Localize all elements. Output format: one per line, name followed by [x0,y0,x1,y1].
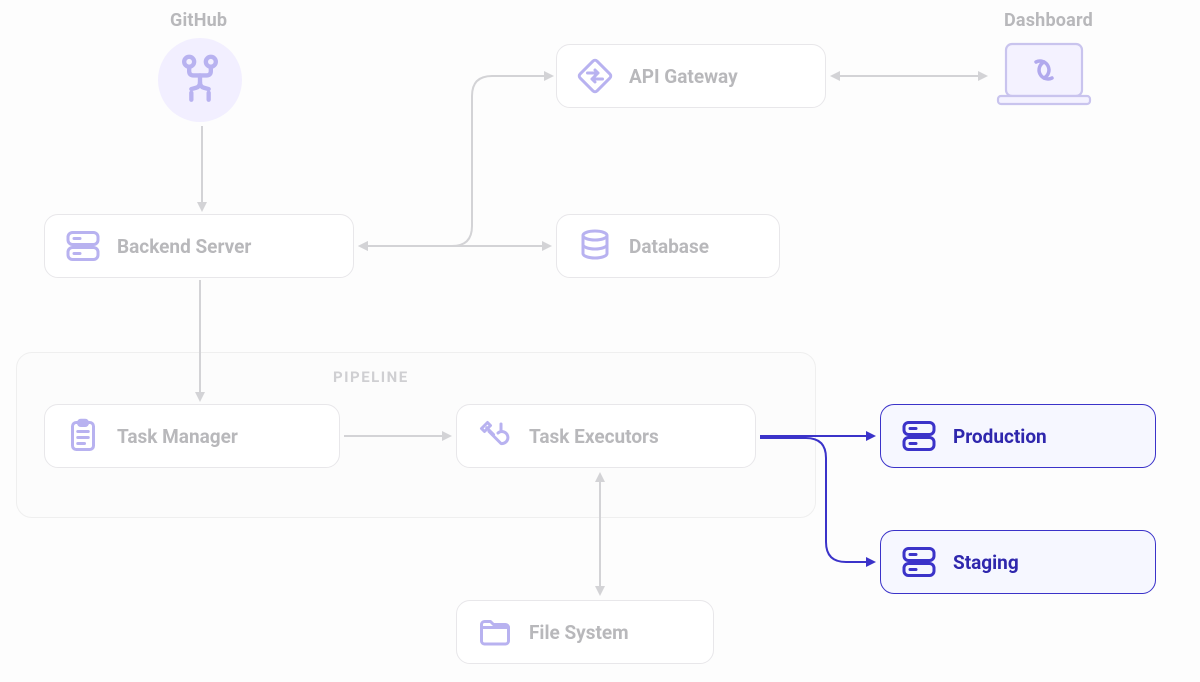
laptop-icon [994,40,1094,108]
github-icon [174,52,226,108]
backend-server-label: Backend Server [117,235,251,258]
server-icon [65,228,101,264]
task-executors-label: Task Executors [529,425,659,448]
server-icon [901,544,937,580]
file-system-node: File System [456,600,714,664]
file-system-label: File System [529,621,629,644]
folder-icon [477,614,513,650]
task-manager-node: Task Manager [44,404,340,468]
arrow-apigateway-dashboard [828,68,990,84]
database-icon [577,228,613,264]
production-label: Production [953,425,1047,448]
database-node: Database [556,214,780,278]
clipboard-icon [65,418,101,454]
backend-server-node: Backend Server [44,214,354,278]
server-icon [901,418,937,454]
dashboard-node [994,40,1094,108]
arrow-executors-staging [758,436,878,572]
database-label: Database [629,235,709,258]
dashboard-label: Dashboard [1004,10,1093,31]
arrow-backend-apigateway [356,60,556,256]
arrow-executors-filesystem [592,470,608,598]
staging-label: Staging [953,551,1019,574]
github-node [158,38,242,122]
arrow-taskmanager-executors [342,428,454,444]
pipeline-label: PIPELINE [333,368,409,386]
api-gateway-label: API Gateway [629,65,738,88]
staging-node: Staging [880,530,1156,594]
api-gateway-node: API Gateway [556,44,826,108]
arrow-backend-taskmanager [192,280,208,404]
tools-icon [477,418,513,454]
swap-icon [577,58,613,94]
production-node: Production [880,404,1156,468]
task-manager-label: Task Manager [117,425,238,448]
arrow-github-backend [194,126,210,214]
github-label: GitHub [170,10,227,31]
task-executors-node: Task Executors [456,404,756,468]
